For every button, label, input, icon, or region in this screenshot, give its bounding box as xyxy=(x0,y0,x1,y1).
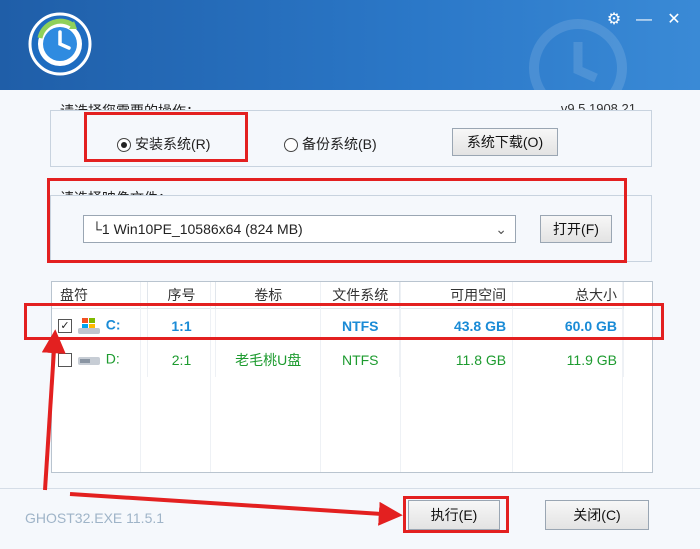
filesystem-cell: NTFS xyxy=(320,343,401,377)
ghost-version: GHOST32.EXE 11.5.1 xyxy=(25,510,165,526)
backup-label: 备份系统(B) xyxy=(302,136,377,152)
close-button[interactable]: ✕ xyxy=(664,10,684,30)
highlight-image-file xyxy=(47,178,627,263)
table-row[interactable]: D: 2:1 老毛桃U盘 NTFS 11.8 GB 11.9 GB xyxy=(52,343,624,377)
backup-radio[interactable]: 备份系统(B) xyxy=(284,134,377,154)
free-space-cell: 11.8 GB xyxy=(399,343,514,377)
app-logo-icon xyxy=(28,12,92,76)
highlight-install-option xyxy=(84,112,248,162)
footer-divider xyxy=(0,488,700,489)
usb-drive-icon xyxy=(77,357,100,365)
row-checkbox[interactable] xyxy=(58,353,72,367)
download-button[interactable]: 系统下载(O) xyxy=(452,128,558,156)
total-size-cell: 11.9 GB xyxy=(512,343,624,377)
index-cell: 2:1 xyxy=(147,343,217,377)
highlight-drive-c xyxy=(24,303,664,340)
drive-letter: D: xyxy=(105,350,120,367)
close-dialog-button[interactable]: 关闭(C) xyxy=(545,500,649,530)
drive-cell[interactable]: D: xyxy=(52,343,148,377)
settings-icon[interactable]: ⚙ xyxy=(604,10,624,30)
radio-empty-icon[interactable] xyxy=(284,138,298,153)
volume-label-cell: 老毛桃U盘 xyxy=(215,343,322,377)
highlight-execute xyxy=(403,496,509,533)
minimize-button[interactable]: — xyxy=(634,10,654,30)
